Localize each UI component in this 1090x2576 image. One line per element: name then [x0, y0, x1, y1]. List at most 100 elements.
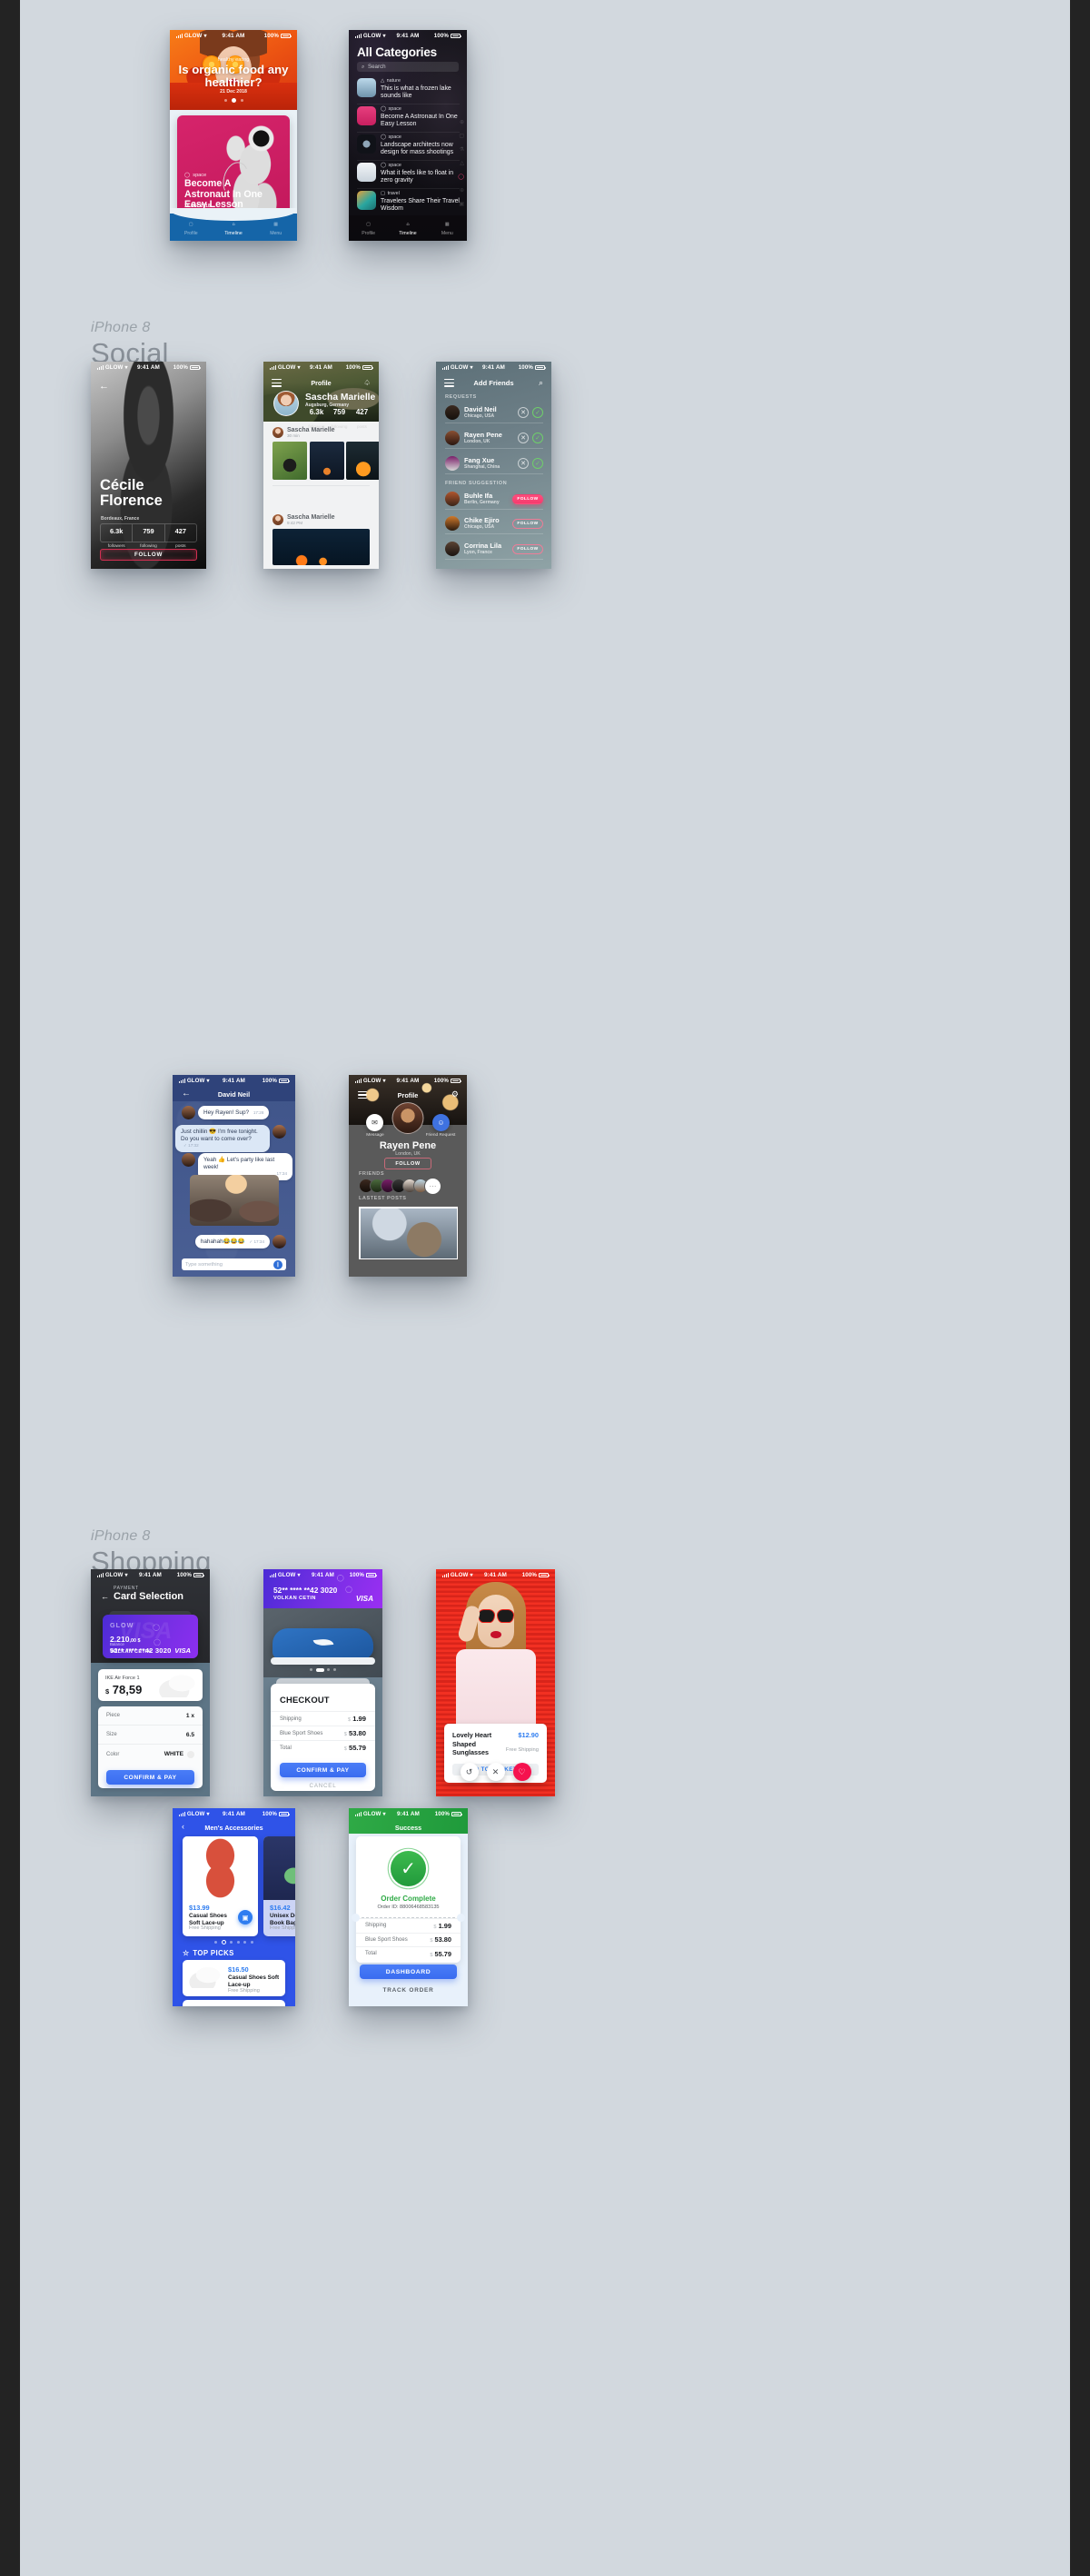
message-button[interactable]: ✉	[366, 1114, 383, 1131]
category-row[interactable]: ◯ space What it feels like to float in ze…	[357, 163, 460, 184]
category-row[interactable]: △ nature This is what a frozen lake sound…	[357, 78, 460, 100]
status-bar: GLOW ▾ 9:41 AM 100%	[349, 1075, 467, 1087]
planet-icon: ◯	[381, 106, 387, 112]
timeline-card-space[interactable]: ◯ space Become A Astronaut In One Easy L…	[177, 115, 290, 215]
category-row[interactable]: ▢ travel Travelers Share Their Travel Wis…	[357, 191, 460, 213]
lock-icon[interactable]: ▣	[459, 201, 464, 207]
row-category: ◯ space	[381, 134, 401, 140]
message-time: 17:28	[253, 1109, 264, 1115]
swipe-actions[interactable]: ↺ ✕ ♡	[436, 1763, 555, 1781]
reject-button[interactable]: ✕	[518, 458, 529, 469]
product-card[interactable]: $16.42 Unisex Denim Book Bag Free Shippi…	[263, 1836, 295, 1936]
add-to-cart-button[interactable]: ▣	[238, 1910, 253, 1925]
reject-button[interactable]: ✕	[518, 407, 529, 418]
bag-icon[interactable]: ▢	[459, 133, 464, 139]
reject-button[interactable]: ✕	[518, 433, 529, 443]
friend-request-row: Rayen Pene London, UK ✕ ✓	[445, 431, 543, 445]
avatar[interactable]	[391, 1102, 424, 1134]
feed-post[interactable]: Sascha Marielle 30 min	[263, 427, 379, 486]
friend-request-button[interactable]: ☺	[432, 1114, 450, 1131]
tree-icon[interactable]: △	[460, 160, 464, 166]
page-title: Success	[394, 1824, 422, 1832]
friends-avatars[interactable]: ⋯	[359, 1177, 441, 1195]
product-card[interactable]: $13.99 Casual Shoes Soft Lace-up Free Sh…	[183, 1836, 258, 1936]
accept-button[interactable]: ✓	[532, 407, 543, 418]
credit-card[interactable]: VISA GLOW 2.210,00 $ Balance 52** **** *…	[103, 1615, 198, 1658]
phone-chat: ← David Neil GLOW ▾ 9:41 AM 100% Hey Ray…	[173, 1075, 295, 1277]
category-row[interactable]: ◯ space Landscape architects now design f…	[357, 134, 460, 156]
search-input[interactable]: ⌕ Search	[357, 62, 459, 72]
category-row[interactable]: ◯ space Become A Astronaut In One Easy Le…	[357, 106, 460, 128]
track-order-button[interactable]: TRACK ORDER	[349, 1987, 468, 1994]
page-title: All Categories	[357, 45, 437, 59]
page-title: Add Friends	[473, 379, 514, 387]
accept-button[interactable]: ✓	[532, 433, 543, 443]
message-bubble[interactable]: Hey Rayen! Sup? 17:28	[198, 1106, 270, 1120]
back-arrow-icon[interactable]: ←	[101, 1592, 109, 1601]
option-row[interactable]: Piece 1 x	[98, 1706, 203, 1726]
chat-photo[interactable]	[190, 1175, 279, 1226]
bell-icon[interactable]: ♤	[363, 378, 371, 388]
product-summary-card[interactable]: IKE Air Force 1 $ 78,59	[98, 1669, 203, 1701]
globe-icon[interactable]: ⊕	[460, 187, 464, 194]
dashboard-button[interactable]: DASHBOARD	[360, 1964, 457, 1979]
image-carousel-dots[interactable]	[263, 1667, 382, 1672]
microphone-icon[interactable]: ❙	[273, 1259, 282, 1269]
product-price: $13.99	[189, 1904, 210, 1912]
heart-icon: ♡	[518, 1766, 526, 1776]
follow-button[interactable]: FOLLOW	[512, 518, 543, 529]
post-image[interactable]	[272, 529, 370, 565]
option-row[interactable]: Size 6.5	[98, 1726, 203, 1745]
flask-icon[interactable]: ⚗	[460, 146, 464, 153]
avatar	[272, 1125, 286, 1139]
tab-bar[interactable]: ▢ Profile ⌂ Timeline ▦ Menu	[170, 215, 297, 241]
color-swatch	[187, 1750, 194, 1758]
message-bubble[interactable]: hahahah😂😂😂 ✓ 17:34	[194, 1235, 270, 1249]
tab-profile[interactable]: ▢ Profile	[349, 220, 388, 236]
back-arrow-icon[interactable]: ←	[99, 381, 109, 392]
tab-menu[interactable]: ▦ Menu	[254, 220, 297, 236]
avatar	[445, 516, 460, 531]
message-input[interactable]: Type something ❙	[182, 1258, 286, 1270]
more-friends-button[interactable]: ⋯	[424, 1177, 441, 1195]
battery-label: 100%	[433, 1078, 449, 1084]
avatar[interactable]	[273, 391, 299, 416]
confirm-pay-button[interactable]: CONFIRM & PAY	[106, 1770, 194, 1785]
grid-icon: ▦	[273, 222, 279, 228]
confirm-pay-button[interactable]: CONFIRM & PAY	[280, 1763, 366, 1777]
product-image	[263, 1836, 295, 1900]
friend-location: Berlin, Germany	[464, 500, 500, 506]
message-bubble[interactable]: Just chillin 😎 I'm free tonight. Do you …	[175, 1125, 270, 1152]
line-value: $ 55.79	[430, 1949, 451, 1958]
top-pick-row[interactable]	[183, 2000, 285, 2006]
follow-button[interactable]: FOLLOW	[512, 543, 543, 554]
carousel-dots[interactable]	[173, 1939, 295, 1945]
cancel-button[interactable]: CANCEL	[271, 1783, 375, 1789]
tab-menu[interactable]: ▦ Menu	[428, 220, 467, 236]
follow-button[interactable]: FOLLOW	[512, 493, 543, 504]
latest-post-image[interactable]	[359, 1207, 458, 1259]
tab-profile[interactable]: ▢ Profile	[170, 220, 213, 236]
follow-button[interactable]: FOLLOW	[100, 549, 197, 561]
battery-icon	[190, 365, 201, 370]
chat-message: Just chillin 😎 I'm free tonight. Do you …	[175, 1125, 286, 1152]
tab-bar[interactable]: ▢ Profile ⌂ Timeline ▦ Menu	[349, 215, 467, 241]
battery-icon	[451, 1812, 462, 1816]
search-icon[interactable]: ⌕	[539, 378, 543, 388]
post-gallery[interactable]	[263, 442, 379, 480]
dismiss-button[interactable]: ✕	[486, 1763, 505, 1781]
product-image[interactable]	[263, 1608, 382, 1677]
tab-timeline[interactable]: ⌂ Timeline	[388, 220, 427, 236]
accept-button[interactable]: ✓	[532, 458, 543, 469]
follow-button[interactable]: FOLLOW	[384, 1158, 431, 1169]
hero-carousel-dots[interactable]	[170, 98, 297, 103]
feed-post[interactable]: Sascha Marielle 9:42 PM	[263, 514, 379, 565]
message-text: Hey Rayen! Sup?	[203, 1109, 250, 1116]
like-button[interactable]: ♡	[512, 1763, 531, 1781]
gear-icon[interactable]: ⚙	[451, 1089, 459, 1099]
tab-timeline[interactable]: ⌂ Timeline	[213, 220, 255, 236]
top-pick-row[interactable]: $16.50 Casual Shoes Soft Lace-up Free Sh…	[183, 1960, 285, 1996]
undo-button[interactable]: ↺	[460, 1763, 479, 1781]
option-row[interactable]: Color WHITE	[98, 1745, 203, 1764]
plus-circle-icon[interactable]: ⊕	[460, 119, 464, 125]
